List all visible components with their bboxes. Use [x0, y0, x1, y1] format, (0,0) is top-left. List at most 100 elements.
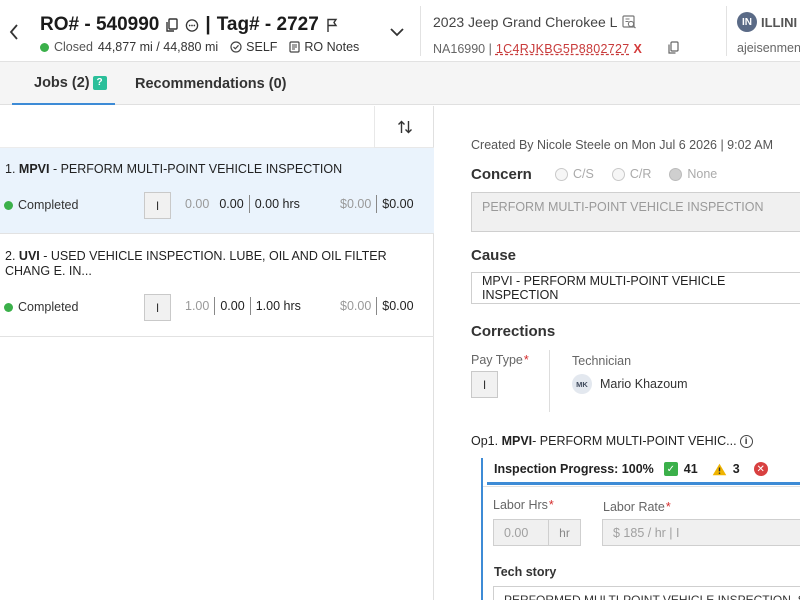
vehicle-info: 2023 Jeep Grand Cherokee L: [433, 14, 637, 30]
cause-field[interactable]: MPVI - PERFORM MULTI-POINT VEHICLE INSPE…: [471, 272, 800, 304]
mileage: 44,877 mi / 44,880 mi: [97, 40, 219, 54]
tab-recommendations[interactable]: Recommendations (0): [135, 62, 286, 105]
job-description: - PERFORM MULTI-POINT VEHICLE INSPECTION: [49, 162, 343, 176]
labor-hrs-label-text: Labor Hrs: [493, 498, 548, 512]
ro-title-row: RO# - 540990 | Tag# - 2727: [40, 14, 339, 36]
corrections-heading: Corrections: [471, 323, 556, 340]
vin-row: NA16990 | 1C4RJKBG5P8802727 X: [433, 41, 679, 57]
job-code: UVI: [18, 249, 40, 263]
labor-rate-label-text: Labor Rate: [603, 500, 665, 514]
labor-rate-label: Labor Rate*: [603, 500, 671, 514]
tab-jobs-label: Jobs (2): [34, 74, 90, 91]
tech-story-field[interactable]: PERFORMED MULTI-POINT VEHICLE INSPECTION…: [493, 586, 800, 600]
op-code: MPVI: [501, 434, 533, 448]
job-pay-type: I: [144, 294, 171, 321]
required-marker: *: [548, 498, 554, 512]
job-status-label: Completed: [18, 300, 79, 314]
concern-field: PERFORM MULTI-POINT VEHICLE INSPECTION: [471, 192, 800, 232]
stock-number: NA16990 |: [433, 42, 492, 56]
job-amount-estimated: $0.00: [340, 299, 372, 313]
copy-vin-icon[interactable]: [668, 41, 679, 57]
header-divider: [726, 6, 727, 56]
labor-section: Labor Hrs* 0.00 hr Labor Rate* $ 185 / h…: [483, 486, 800, 600]
message-icon[interactable]: [185, 17, 199, 33]
radio-cr[interactable]: [611, 167, 625, 181]
pay-type-label-text: Pay Type: [471, 353, 523, 367]
created-by: Created By Nicole Steele on Mon Jul 6 20…: [471, 138, 774, 152]
job-row[interactable]: 1. MPVI - PERFORM MULTI-POINT VEHICLE IN…: [0, 148, 434, 234]
ro-number: RO# - 540990: [40, 14, 160, 35]
job-hours-actual: 0.00: [220, 299, 245, 313]
job-code: MPVI: [18, 162, 50, 176]
copy-icon[interactable]: [165, 17, 179, 33]
job-description: - USED VEHICLE INSPECTION. LUBE, OIL AND…: [5, 249, 387, 278]
job-hours-sold: 1.00: [185, 299, 210, 313]
operation-title: Op1. MPVI - PERFORM MULTI-POINT VEHIC...…: [471, 434, 753, 448]
job-title: 2. UVI - USED VEHICLE INSPECTION. LUBE, …: [5, 249, 425, 279]
dealer-badge: IN: [737, 12, 757, 32]
required-marker: *: [523, 353, 529, 367]
ro-sub-row: Closed 44,877 mi / 44,880 mi SELF RO Not…: [40, 40, 359, 54]
vehicle-name: 2023 Jeep Grand Cherokee L: [433, 14, 618, 30]
chevron-down-icon: [390, 27, 404, 36]
technician-name: Mario Khazoum: [600, 377, 688, 391]
status-dot: [40, 42, 49, 52]
job-hours-sold: 0.00: [185, 197, 210, 211]
technician-label: Technician: [572, 354, 632, 368]
help-badge-icon[interactable]: ?: [92, 75, 107, 90]
job-number: 1.: [5, 162, 16, 176]
inspection-progress-label: Inspection Progress: 100%: [494, 462, 654, 476]
tab-jobs[interactable]: Jobs (2) ?: [12, 62, 115, 105]
vehicle-details-icon[interactable]: [622, 15, 637, 29]
vin-link[interactable]: 1C4RJKBG5P8802727: [496, 42, 630, 56]
radio-none-label: None: [687, 167, 718, 181]
error-icon: ✕: [753, 462, 768, 476]
user-name: ajeisenmen: [737, 41, 800, 55]
job-detail-panel: Created By Nicole Steele on Mon Jul 6 20…: [435, 106, 800, 600]
status-dot: [4, 302, 13, 312]
job-title: 1. MPVI - PERFORM MULTI-POINT VEHICLE IN…: [5, 162, 425, 177]
tab-bar: Jobs (2) ? Recommendations (0): [0, 62, 800, 105]
info-icon[interactable]: i: [739, 434, 753, 448]
radio-cs[interactable]: [555, 167, 568, 181]
avatar: MK: [572, 374, 592, 394]
sort-button[interactable]: [374, 106, 434, 148]
inspection-progress: Inspection Progress: 100% ✓ 41 3 ✕: [494, 462, 768, 476]
concern-radio-group: C/S C/R None: [555, 167, 735, 181]
ro-notes-link[interactable]: RO Notes: [304, 40, 359, 54]
job-amount-estimated: $0.00: [340, 197, 372, 211]
radio-cr-label: C/R: [629, 167, 652, 181]
labor-hrs-unit: hr: [549, 519, 581, 546]
dealer-info[interactable]: IN ILLINI: [737, 12, 797, 32]
radio-cs-label: C/S: [573, 167, 594, 181]
cause-heading: Cause: [471, 247, 517, 264]
title-separator: |: [205, 14, 211, 35]
notes-icon: [289, 41, 301, 53]
job-row[interactable]: 2. UVI - USED VEHICLE INSPECTION. LUBE, …: [0, 234, 434, 337]
vin-flag: X: [633, 42, 642, 56]
job-status-label: Completed: [18, 198, 79, 212]
jobs-list-panel: 1. MPVI - PERFORM MULTI-POINT VEHICLE IN…: [0, 106, 434, 600]
header-divider: [420, 6, 421, 56]
job-status: Completed: [4, 300, 78, 314]
operation-card: Inspection Progress: 100% ✓ 41 3 ✕ Labor…: [481, 458, 800, 600]
back-button[interactable]: [6, 22, 22, 42]
concern-heading: Concern: [471, 166, 532, 183]
job-amounts: $0.00 $0.00: [335, 297, 419, 315]
flag-icon[interactable]: [325, 17, 339, 33]
corrections-divider: [549, 350, 550, 412]
job-hours-total: 0.00 hrs: [254, 197, 300, 211]
inspection-progress-bar: [487, 482, 800, 485]
required-marker: *: [665, 500, 671, 514]
job-hours-actual: 0.00: [219, 197, 244, 211]
expand-header-button[interactable]: [386, 22, 408, 42]
ro-header: RO# - 540990 | Tag# - 2727 Closed 44,877…: [0, 0, 800, 62]
job-hours: 1.00 0.00 1.00 hrs: [180, 297, 306, 315]
pay-type-select[interactable]: I: [471, 371, 498, 398]
check-icon: ✓: [663, 462, 678, 476]
radio-none[interactable]: [669, 167, 683, 181]
labor-rate-input: $ 185 / hr | I: [602, 519, 800, 546]
dealer-name: ILLINI: [761, 14, 798, 30]
job-amount-total: $0.00: [382, 197, 414, 211]
self-pay-icon: [230, 41, 242, 53]
